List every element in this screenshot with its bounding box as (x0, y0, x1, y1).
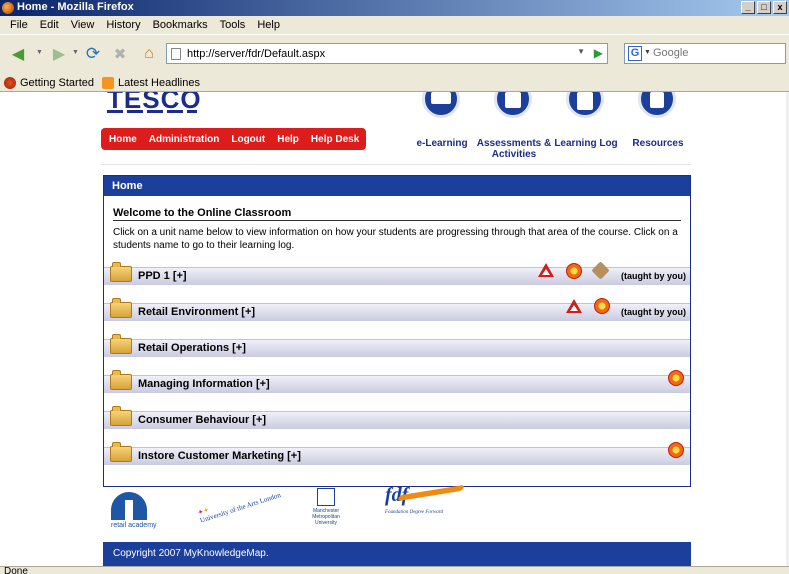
unit-row[interactable]: Retail Environment [+] (taught by you) (104, 298, 690, 321)
site-menu-help[interactable]: Help (277, 134, 299, 145)
forward-dropdown-icon[interactable]: ▼ (72, 49, 79, 56)
bookmark-label: Latest Headlines (118, 76, 200, 89)
menu-edit[interactable]: Edit (34, 19, 65, 31)
burst-icon (566, 263, 582, 279)
forward-arrow-icon[interactable]: ▶ (46, 44, 72, 64)
menu-tools[interactable]: Tools (214, 19, 252, 31)
google-icon[interactable]: G (628, 46, 642, 61)
unit-label[interactable]: Instore Customer Marketing [+] (138, 450, 301, 462)
folder-icon (110, 298, 132, 318)
unit-row[interactable]: Instore Customer Marketing [+] (104, 442, 690, 465)
address-bar[interactable]: ▼ ▶ (166, 43, 608, 64)
folder-icon (110, 406, 132, 426)
menu-history[interactable]: History (100, 19, 146, 31)
stop-icon[interactable]: ✖ (110, 44, 130, 64)
close-button[interactable]: x (773, 1, 787, 14)
window-controls: _ □ x (741, 1, 787, 14)
panel-title: Home (104, 176, 690, 196)
fdf-logo: fdf Foundation Degree Forward (385, 484, 465, 515)
unit-label[interactable]: Consumer Behaviour [+] (138, 414, 266, 426)
site-menu: Home Administration Logout Help Help Des… (101, 128, 366, 150)
warning-icon (566, 299, 582, 313)
unit-label[interactable]: Managing Information [+] (138, 378, 270, 390)
firefox-icon (4, 76, 16, 89)
search-bar[interactable]: G ▼ (624, 43, 786, 64)
retail-academy-logo: retail academy (111, 492, 157, 529)
menu-view[interactable]: View (65, 19, 101, 31)
burst-icon (668, 442, 684, 458)
unit-label[interactable]: Retail Environment [+] (138, 306, 255, 318)
go-icon[interactable]: ▶ (594, 46, 603, 60)
assessments-label: Assessments & Activities (476, 138, 552, 160)
heading-rule (113, 220, 681, 221)
tag-icon (591, 261, 610, 280)
partner-logos: retail academy ✦✦ University of the Arts… (103, 482, 691, 542)
tesco-logo-stripes (107, 110, 197, 113)
back-arrow-icon[interactable]: ◀ (4, 44, 32, 64)
unit-row[interactable]: Consumer Behaviour [+] (104, 406, 690, 429)
search-engine-dropdown-icon[interactable]: ▼ (644, 49, 651, 56)
welcome-heading: Welcome to the Online Classroom (113, 207, 292, 219)
taught-note: (taught by you) (621, 271, 686, 281)
minimize-button[interactable]: _ (741, 1, 755, 14)
url-dropdown-icon[interactable]: ▼ (577, 47, 585, 56)
window-title: Home - Mozilla Firefox (17, 1, 134, 13)
burst-icon (668, 370, 684, 386)
intro-text: Click on a unit name below to view infor… (113, 227, 678, 251)
unit-row[interactable]: PPD 1 [+] (taught by you) (104, 261, 690, 285)
bookmark-getting-started[interactable]: Getting Started (4, 76, 94, 89)
status-bar: Done (0, 566, 789, 574)
unit-label[interactable]: PPD 1 [+] (138, 270, 187, 282)
home-panel: Home Welcome to the Online Classroom Cli… (103, 175, 691, 487)
mmu-logo: Manchester Metropolitan University (303, 488, 349, 526)
unit-row[interactable]: Managing Information [+] (104, 370, 690, 393)
folder-icon (110, 442, 132, 462)
page-viewport: TESCO Home Administration Logout Help He… (0, 92, 789, 566)
folder-icon (110, 370, 132, 390)
window-titlebar: Home - Mozilla Firefox _ □ x (0, 0, 789, 16)
bookmark-label: Getting Started (20, 76, 94, 89)
taught-note: (taught by you) (621, 307, 686, 317)
navigation-toolbar: ◀ ▼ ▶ ▼ ⟳ ✖ ⌂ ▼ ▶ G ▼ (0, 34, 789, 74)
warning-icon (538, 263, 554, 277)
unit-row[interactable]: Retail Operations [+] (104, 334, 690, 357)
resources-label: Resources (632, 138, 684, 149)
site-menu-administration[interactable]: Administration (149, 134, 220, 145)
arts-london-logo: ✦✦ University of the Arts London (196, 490, 282, 525)
maximize-button[interactable]: □ (757, 1, 771, 14)
menu-bar: File Edit View History Bookmarks Tools H… (0, 16, 789, 34)
page-icon (171, 48, 181, 60)
unit-label[interactable]: Retail Operations [+] (138, 342, 246, 354)
e-learning-label: e-Learning (416, 138, 468, 149)
firefox-icon (2, 2, 14, 14)
learning-log-label: Learning Log (554, 138, 618, 149)
site-menu-home[interactable]: Home (109, 134, 137, 145)
folder-icon (110, 334, 132, 354)
rss-icon (102, 76, 114, 89)
site-menu-logout[interactable]: Logout (231, 134, 265, 145)
search-input[interactable] (653, 47, 773, 59)
bookmarks-toolbar: Getting Started Latest Headlines (0, 74, 789, 92)
home-icon[interactable]: ⌂ (138, 44, 160, 64)
site-menu-help-desk[interactable]: Help Desk (311, 134, 359, 145)
folder-icon (110, 262, 132, 282)
burst-icon (594, 298, 610, 314)
divider (101, 164, 691, 165)
footer: Copyright 2007 MyKnowledgeMap. (103, 542, 691, 566)
back-dropdown-icon[interactable]: ▼ (36, 49, 43, 56)
url-input[interactable] (187, 46, 577, 61)
menu-bookmarks[interactable]: Bookmarks (147, 19, 214, 31)
bookmark-latest-headlines[interactable]: Latest Headlines (102, 76, 200, 89)
menu-file[interactable]: File (4, 19, 34, 31)
section-icons: e-Learning Assessments & Activities Lear… (402, 92, 694, 172)
site-page: TESCO Home Administration Logout Help He… (97, 92, 694, 566)
menu-help[interactable]: Help (251, 19, 286, 31)
reload-icon[interactable]: ⟳ (82, 44, 104, 64)
